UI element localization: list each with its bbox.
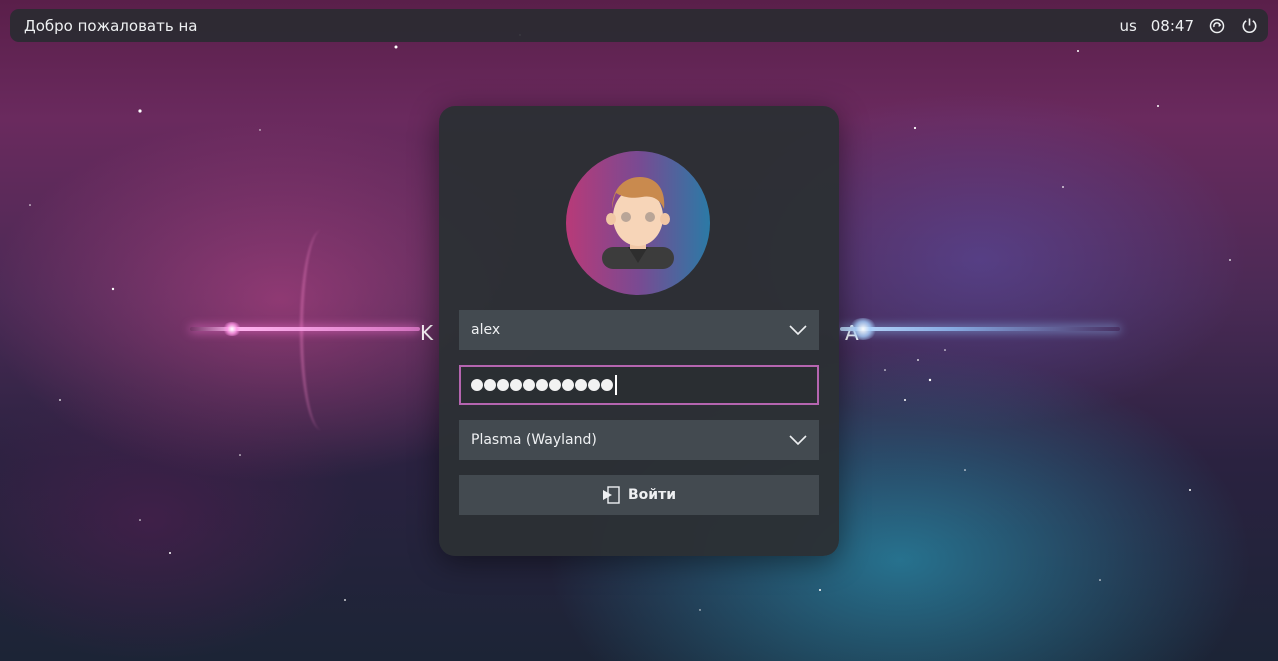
top-panel: Добро пожаловать на us 08:47 [10,9,1268,42]
password-dot [484,379,496,391]
login-button[interactable]: Войти [459,475,819,515]
username-select[interactable]: alex [459,310,819,350]
password-dot [510,379,522,391]
top-panel-right: us 08:47 [1119,17,1258,35]
login-card: alex Plasma (Wayland) Войти [439,106,839,556]
password-field[interactable] [459,365,819,405]
session-value: Plasma (Wayland) [471,432,597,448]
left-glyph: K [420,321,434,345]
power-icon[interactable] [1240,17,1258,35]
text-cursor [615,375,617,395]
password-dot [523,379,535,391]
login-arrow-icon [602,486,620,504]
password-dot [575,379,587,391]
password-dot [471,379,483,391]
welcome-message: Добро пожаловать на [24,16,198,35]
password-dot [601,379,613,391]
user-avatar [566,151,710,295]
chevron-down-icon [789,435,807,446]
keyboard-layout-indicator[interactable]: us [1119,17,1136,35]
password-dot [588,379,600,391]
password-dot [536,379,548,391]
password-dot [562,379,574,391]
right-flare [848,318,878,340]
left-flare [222,322,242,336]
right-light-streak [840,327,1120,331]
username-value: alex [471,322,501,338]
switch-icon[interactable] [1208,17,1226,35]
session-select[interactable]: Plasma (Wayland) [459,420,819,460]
password-dot [497,379,509,391]
chevron-down-icon [789,325,807,336]
password-dot [549,379,561,391]
login-button-label: Войти [627,487,677,503]
password-mask [471,379,614,391]
clock: 08:47 [1150,16,1194,35]
